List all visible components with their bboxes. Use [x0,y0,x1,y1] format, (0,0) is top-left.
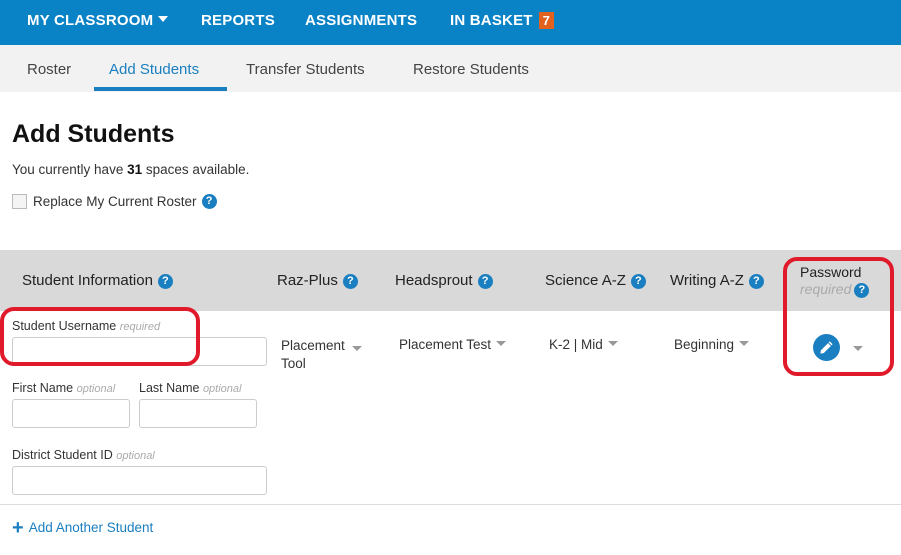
nav-my-classroom-label: MY CLASSROOM [27,12,154,29]
active-tab-indicator [94,87,227,91]
headsprout-value: Placement Test [399,337,492,352]
headsprout-select[interactable]: Placement Test [399,337,507,352]
first-name-label-text: First Name [12,381,74,395]
replace-roster-label: Replace My Current Roster [33,194,197,209]
username-highlight [0,307,200,366]
replace-roster-row: Replace My Current Roster ? [12,194,217,209]
help-icon[interactable]: ? [477,273,493,289]
writing-az-select[interactable]: Beginning [674,337,750,352]
password-highlight [783,257,894,376]
first-name-optional-hint: optional [76,383,116,395]
add-another-student-link[interactable]: + Add Another Student [12,516,154,539]
nav-assignments[interactable]: ASSIGNMENTS [305,12,417,29]
table-header: Student Information? Raz-Plus? Headsprou… [0,250,901,311]
science-az-value: K-2 | Mid [549,337,603,352]
chevron-down-icon [739,340,750,346]
page-title: Add Students [12,120,175,148]
col-headsprout-label: Headsprout [395,272,473,289]
raz-plus-select[interactable]: Placement Tool [281,337,362,373]
spaces-prefix: You currently have [12,162,128,177]
col-student-information-label: Student Information [22,272,153,289]
district-id-optional-hint: optional [116,450,155,462]
district-id-label: District Student ID optional [12,448,155,462]
col-writing-az-label: Writing A-Z [670,272,744,289]
col-science-az-label: Science A-Z [545,272,626,289]
nav-reports[interactable]: REPORTS [201,12,275,29]
help-icon[interactable]: ? [748,273,764,289]
col-raz-plus: Raz-Plus? [277,272,358,289]
col-student-information: Student Information? [22,272,173,289]
last-name-input[interactable] [139,399,257,428]
col-raz-plus-label: Raz-Plus [277,272,338,289]
tab-roster[interactable]: Roster [27,61,71,78]
help-icon[interactable]: ? [157,273,173,289]
science-az-select[interactable]: K-2 | Mid [549,337,618,352]
raz-plus-value-line2: Tool [281,356,306,371]
last-name-optional-hint: optional [202,383,242,395]
chevron-down-icon [351,345,362,351]
plus-icon: + [12,516,24,539]
spaces-suffix: spaces available. [142,162,250,177]
replace-roster-checkbox[interactable] [12,194,27,209]
writing-az-value: Beginning [674,337,735,352]
last-name-label-text: Last Name [139,381,200,395]
sub-nav: Roster Add Students Transfer Students Re… [0,45,901,92]
help-icon[interactable]: ? [342,273,358,289]
help-icon[interactable]: ? [630,273,646,289]
nav-in-basket[interactable]: IN BASKET 7 [450,12,555,29]
spaces-available-text: You currently have 31 spaces available. [12,162,249,177]
top-nav: MY CLASSROOM REPORTS ASSIGNMENTS IN BASK… [0,0,901,45]
nav-my-classroom[interactable]: MY CLASSROOM [27,12,169,29]
raz-plus-value-line1: Placement [281,338,345,353]
divider [0,504,901,505]
col-science-az: Science A-Z? [545,272,646,289]
add-another-student-label: Add Another Student [28,520,154,535]
chevron-down-icon [607,340,618,346]
col-headsprout: Headsprout? [395,272,493,289]
caret-down-icon [158,16,169,23]
tab-add-students[interactable]: Add Students [109,61,199,78]
last-name-label: Last Name optional [139,381,241,395]
spaces-count: 31 [127,162,143,177]
col-writing-az: Writing A-Z? [670,272,764,289]
first-name-label: First Name optional [12,381,115,395]
district-id-input[interactable] [12,466,267,495]
tab-restore-students[interactable]: Restore Students [413,61,529,78]
in-basket-count-badge: 7 [538,12,555,29]
chevron-down-icon [496,340,507,346]
district-id-label-text: District Student ID [12,448,113,462]
nav-in-basket-label: IN BASKET [450,12,533,29]
tab-transfer-students[interactable]: Transfer Students [246,61,365,78]
help-icon[interactable]: ? [201,194,217,209]
first-name-input[interactable] [12,399,130,428]
